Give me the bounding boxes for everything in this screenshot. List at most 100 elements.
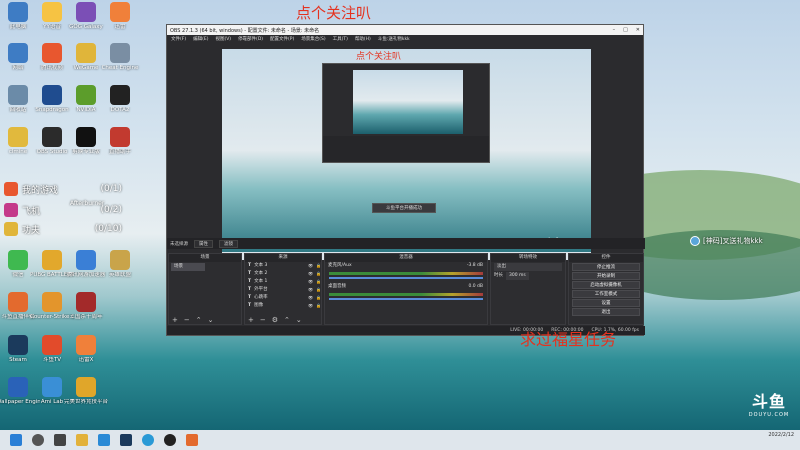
desktop-icon[interactable]: 英雄联盟: [98, 250, 142, 279]
control-button[interactable]: 退出: [572, 308, 640, 316]
channel-level: -3.8 dB: [466, 263, 483, 268]
task-view-icon[interactable]: [54, 434, 66, 446]
source-item[interactable]: T 图像 👁 🔒: [245, 302, 321, 310]
duration-input[interactable]: 300 ms: [506, 272, 529, 280]
app-icon: [42, 377, 62, 397]
desktop-icon[interactable]: 完美世界竞技平台: [64, 377, 108, 406]
app-icon: [76, 2, 96, 22]
source-item[interactable]: T 心跳率 👁 🔒: [245, 294, 321, 302]
menu-item[interactable]: 帮助(H): [355, 36, 371, 43]
maximize-icon[interactable]: □: [623, 27, 628, 33]
nested-docks: [323, 136, 489, 162]
source-item[interactable]: T 文本 2 👁 🔒: [245, 270, 321, 278]
down-icon[interactable]: ⌄: [208, 316, 214, 324]
text-source-icon: T: [248, 287, 252, 292]
gear-icon[interactable]: ⚙: [272, 316, 278, 324]
search-icon[interactable]: [32, 434, 44, 446]
volume-slider[interactable]: [329, 277, 483, 279]
transitions-header: 转场特效: [491, 254, 565, 262]
menu-item[interactable]: 编辑(E): [193, 36, 208, 43]
text-source-icon: T: [248, 271, 252, 276]
desktop-icon-label: 直播助手: [108, 149, 131, 155]
control-button[interactable]: 工作室模式: [572, 290, 640, 298]
remove-icon[interactable]: −: [184, 316, 190, 324]
menu-item[interactable]: 停靠部件(D): [238, 36, 263, 43]
controls-header: 控件: [569, 254, 643, 262]
control-button[interactable]: 启动虚拟摄像机: [572, 281, 640, 289]
edge-icon[interactable]: [142, 434, 154, 446]
down-icon[interactable]: ⌄: [296, 316, 302, 324]
desktop-icon[interactable]: DOTA2: [98, 85, 142, 114]
scene-item[interactable]: 场景: [171, 263, 205, 271]
up-icon[interactable]: ⌃: [284, 316, 290, 324]
menu-item[interactable]: 斗鱼:送礼物kkk: [378, 36, 410, 43]
lock-icon[interactable]: 🔒: [316, 286, 321, 294]
lock-icon[interactable]: 🔒: [316, 270, 321, 278]
source-item[interactable]: T 外平台 👁 🔒: [245, 286, 321, 294]
app-icon: [8, 127, 28, 147]
obs-titlebar: OBS 27.1.3 (64 bit, windows) - 配置文件: 未命名…: [167, 25, 643, 35]
desktop-icon[interactable]: 三国杀十周年: [64, 292, 108, 321]
transition-select[interactable]: 淡出: [494, 263, 562, 271]
desktop-icon[interactable]: Cheat Engine: [98, 43, 142, 72]
douyu-icon[interactable]: [186, 434, 198, 446]
text-source-icon: T: [248, 303, 252, 308]
app-icon: [110, 2, 130, 22]
menu-item[interactable]: 文件(F): [171, 36, 186, 43]
menu-item[interactable]: 场景集合(S): [301, 36, 325, 43]
obs-icon[interactable]: [164, 434, 176, 446]
menu-item[interactable]: 工具(T): [333, 36, 348, 43]
lock-icon[interactable]: 🔒: [316, 294, 321, 302]
menu-item[interactable]: 配置文件(P): [270, 36, 294, 43]
source-name: 文本 3: [254, 263, 268, 268]
mixer-channel: 桌面音频 0.0 dB: [325, 283, 487, 291]
start-icon[interactable]: [10, 434, 22, 446]
visibility-icon[interactable]: 👁: [308, 286, 313, 294]
lock-icon[interactable]: 🔒: [316, 278, 321, 286]
desktop-icon[interactable]: 迅雷X: [64, 335, 108, 364]
remove-icon[interactable]: −: [260, 316, 266, 324]
notification-text: [神码]叉送礼物kkk: [703, 237, 763, 245]
lock-icon[interactable]: 🔒: [316, 262, 321, 270]
filters-button[interactable]: 滤镜: [219, 239, 238, 248]
preview-follow-text: 点个关注叭: [356, 52, 402, 62]
visibility-icon[interactable]: 👁: [308, 278, 313, 286]
system-tray[interactable]: 2022/2/12: [768, 432, 794, 439]
file-explorer-icon[interactable]: [76, 434, 88, 446]
text-source-icon: T: [248, 279, 252, 284]
lock-icon[interactable]: 🔒: [316, 302, 321, 310]
source-toolbar: 未选择源 属性 滤镜: [167, 238, 645, 249]
control-button[interactable]: 开始录制: [572, 272, 640, 280]
app-icon: [8, 250, 28, 270]
app-icon: [8, 335, 28, 355]
control-button[interactable]: 停止推流: [572, 263, 640, 271]
obs-window: OBS 27.1.3 (64 bit, windows) - 配置文件: 未命名…: [166, 24, 645, 336]
duration-label: 时长: [494, 273, 503, 278]
visibility-icon[interactable]: 👁: [308, 302, 313, 310]
close-icon[interactable]: ✕: [636, 27, 640, 33]
desktop-icon[interactable]: 迅雷: [98, 2, 142, 31]
source-item[interactable]: T 文本 3 👁 🔒: [245, 262, 321, 270]
desktop-icon-label: 完美世界竞技平台: [64, 399, 108, 405]
source-item[interactable]: T 文本 1 👁 🔒: [245, 278, 321, 286]
app-icon: [42, 250, 62, 270]
volume-slider[interactable]: [329, 298, 483, 300]
app-icon: [8, 43, 28, 63]
notification[interactable]: [神码]叉送礼物kkk: [690, 236, 763, 246]
visibility-icon[interactable]: 👁: [308, 270, 313, 278]
visibility-icon[interactable]: 👁: [308, 294, 313, 302]
minimize-icon[interactable]: –: [613, 27, 616, 33]
douyu-watermark: 斗鱼 DOUYU.COM: [744, 388, 794, 418]
desktop-icon-label: 迅雷X: [78, 357, 94, 363]
up-icon[interactable]: ⌃: [196, 316, 202, 324]
add-icon[interactable]: +: [248, 316, 254, 324]
steam-icon[interactable]: [120, 434, 132, 446]
menu-item[interactable]: 视图(V): [215, 36, 231, 43]
control-button[interactable]: 设置: [572, 299, 640, 307]
add-icon[interactable]: +: [172, 316, 178, 324]
desktop-icon[interactable]: 直播助手: [98, 127, 142, 156]
obs-preview[interactable]: 点个关注叭 斗鱼平台开播成功 斗鱼: [222, 49, 591, 260]
mail-icon[interactable]: [98, 434, 110, 446]
visibility-icon[interactable]: 👁: [308, 262, 313, 270]
properties-button[interactable]: 属性: [194, 239, 213, 248]
